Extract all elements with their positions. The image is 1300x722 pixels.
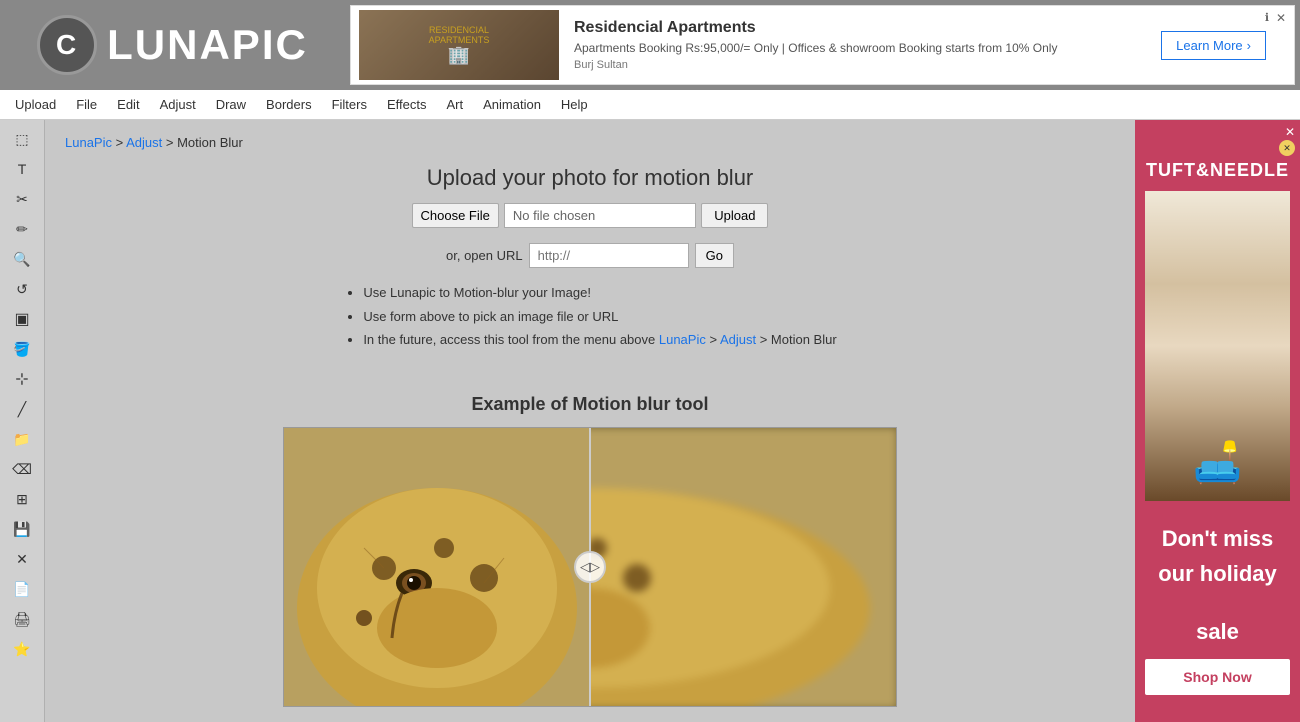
example-left-half [284,428,590,706]
example-right-half [590,428,896,706]
sale-line2: our holiday [1158,556,1277,591]
nav-adjust[interactable]: Adjust [150,93,206,116]
nav-edit[interactable]: Edit [107,93,149,116]
nav-effects[interactable]: Effects [377,93,437,116]
upload-section: Upload your photo for motion blur Choose… [65,165,1115,374]
nav-filters[interactable]: Filters [322,93,377,116]
main-layout: ⬚ T ✂ ✏ 🔍 ↺ ▣ 🪣 ⊹ ╱ 📁 ⌫ ⊞ 💾 ✕ 📄 🖨 ⭐ Luna… [0,120,1300,722]
instruction-1: Use Lunapic to Motion-blur your Image! [363,283,836,303]
scissors-tool[interactable]: ✂ [8,185,36,213]
example-title: Example of Motion blur tool [65,394,1115,415]
layers-tool[interactable]: ⊞ [8,485,36,513]
select-tool[interactable]: ⬚ [8,125,36,153]
ad-image: RESIDENCIALAPARTMENTS🏢 [359,10,559,80]
handle-arrows-icon: ◁▷ [580,559,600,575]
bucket-tool[interactable]: 🪣 [8,335,36,363]
ad-description: Apartments Booking Rs:95,000/= Only | Of… [574,41,1146,55]
sticker-tool[interactable]: ⭐ [8,635,36,663]
header: C LUNAPIC ℹ ✕ RESIDENCIALAPARTMENTS🏢 Res… [0,0,1300,90]
crop-tool[interactable]: ▣ [8,305,36,333]
ad-cta-label: Learn More [1176,38,1242,53]
nav-borders[interactable]: Borders [256,93,322,116]
example-image: ◁▷ [283,427,897,707]
sale-line1: Don't miss [1158,521,1277,556]
instruction-link-site[interactable]: LunaPic [659,332,706,347]
ad-product-image: 🛋️ [1145,191,1290,501]
ad-close-icon[interactable]: ✕ [1276,11,1286,25]
text-tool[interactable]: T [8,155,36,183]
choose-file-button[interactable]: Choose File [412,203,499,228]
url-row: or, open URL Go [65,243,1115,268]
url-label: or, open URL [446,248,523,263]
right-ad: ✕ ✕ TUFT&NEEDLE 🛋️ Don't miss our holida… [1135,120,1300,722]
nav-bar: Upload File Edit Adjust Draw Borders Fil… [0,90,1300,120]
zoom-tool[interactable]: 🔍 [8,245,36,273]
divider-handle[interactable]: ◁▷ [574,551,606,583]
upload-title: Upload your photo for motion blur [65,165,1115,191]
no-file-label: No file chosen [504,203,696,228]
sharp-image [284,428,590,706]
pencil-tool[interactable]: ✏ [8,215,36,243]
breadcrumb-current: Motion Blur [177,135,243,150]
page-tool[interactable]: 📄 [8,575,36,603]
instruction-link-section[interactable]: Adjust [720,332,756,347]
go-button[interactable]: Go [695,243,734,268]
toolbar: ⬚ T ✂ ✏ 🔍 ↺ ▣ 🪣 ⊹ ╱ 📁 ⌫ ⊞ 💾 ✕ 📄 🖨 ⭐ [0,120,45,722]
content-area: LunaPic > Adjust > Motion Blur Upload yo… [45,120,1135,722]
breadcrumb-site[interactable]: LunaPic [65,135,112,150]
breadcrumb-sep2: > [162,135,177,150]
instruction-3: In the future, access this tool from the… [363,330,836,350]
sale-line3: sale [1158,614,1277,649]
undo-tool[interactable]: ↺ [8,275,36,303]
nav-art[interactable]: Art [436,93,473,116]
nav-draw[interactable]: Draw [206,93,256,116]
ad-content: Residencial Apartments Apartments Bookin… [559,19,1161,71]
ad-title: Residencial Apartments [574,19,1146,37]
breadcrumb-sep1: > [112,135,126,150]
breadcrumb-section[interactable]: Adjust [126,135,162,150]
blurred-image [590,428,896,706]
ad-brand-label: TUFT&NEEDLE [1146,130,1289,181]
sale-text: Don't miss our holiday sale [1158,521,1277,649]
logo-area: C LUNAPIC [0,0,345,90]
logo-icon: C [37,15,97,75]
shop-now-button[interactable]: Shop Now [1145,659,1290,695]
ad-location: Burj Sultan [574,59,1146,71]
breadcrumb: LunaPic > Adjust > Motion Blur [65,135,1115,150]
ad-info-icon: ℹ [1265,11,1269,24]
brush-tool[interactable]: ╱ [8,395,36,423]
close-tool[interactable]: ✕ [8,545,36,573]
upload-button[interactable]: Upload [701,203,768,228]
brand-name: TUFT&NEEDLE [1146,160,1289,181]
instruction-2: Use form above to pick an image file or … [363,307,836,327]
nav-help[interactable]: Help [551,93,598,116]
url-input[interactable] [529,243,689,268]
ad-marker-icon[interactable]: ✕ [1279,140,1295,156]
logo: C LUNAPIC [37,15,308,75]
eraser-tool[interactable]: ⌫ [8,455,36,483]
nav-upload[interactable]: Upload [5,93,66,116]
logo-label: LUNAPIC [107,21,308,69]
ad-banner: ℹ ✕ RESIDENCIALAPARTMENTS🏢 Residencial A… [350,5,1295,85]
eyedropper-tool[interactable]: ⊹ [8,365,36,393]
ad-cta-button[interactable]: Learn More › [1161,31,1266,60]
upload-row: Choose File No file chosen Upload [65,203,1115,228]
folder-tool[interactable]: 📁 [8,425,36,453]
save-tool[interactable]: 💾 [8,515,36,543]
chevron-right-icon: › [1247,38,1251,53]
nav-animation[interactable]: Animation [473,93,551,116]
nav-file[interactable]: File [66,93,107,116]
right-ad-close-icon[interactable]: ✕ [1285,125,1295,139]
stamp-tool[interactable]: 🖨 [8,605,36,633]
instructions: Use Lunapic to Motion-blur your Image! U… [343,283,836,354]
